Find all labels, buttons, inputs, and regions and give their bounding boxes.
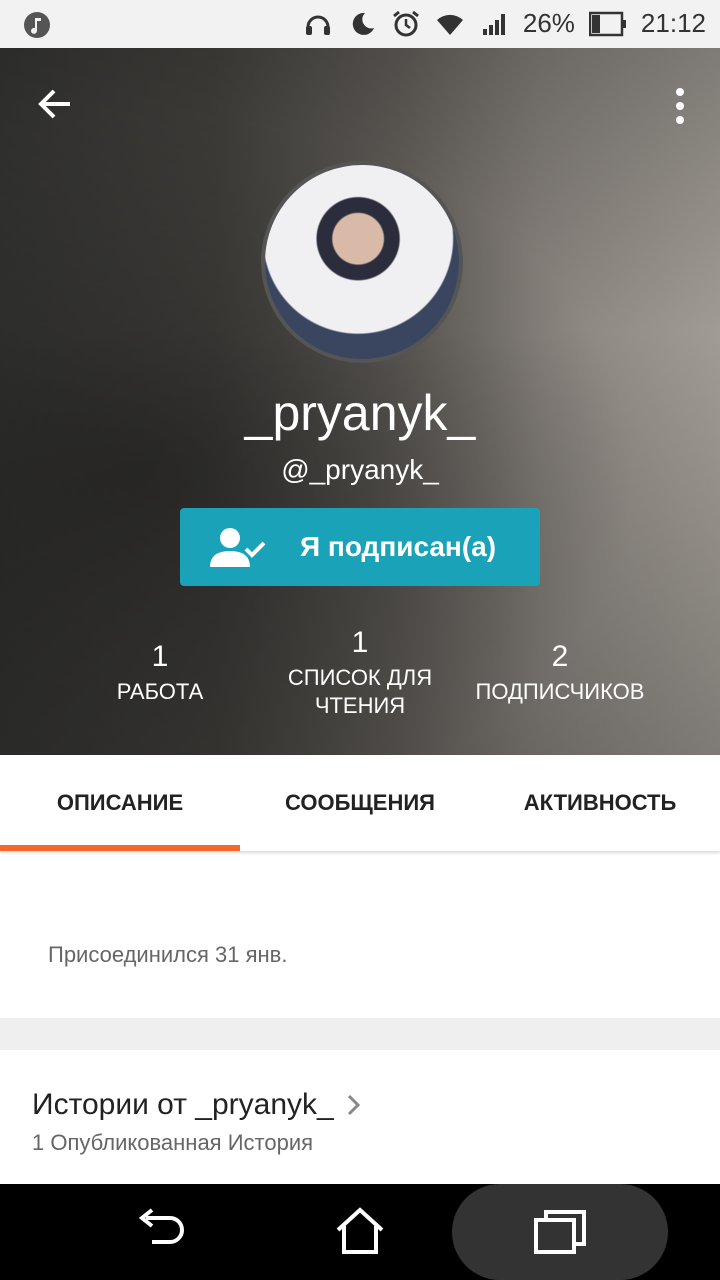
music-notification-icon [24, 12, 50, 38]
nav-recent-apps-icon[interactable] [532, 1206, 588, 1256]
alarm-icon [392, 10, 419, 36]
stories-header[interactable]: Истории от _pryanyk_ [32, 1088, 362, 1122]
tab-messages[interactable]: СООБЩЕНИЯ [240, 755, 480, 851]
following-button-label: Я подписан(а) [300, 531, 497, 562]
cell-signal-icon [482, 13, 505, 35]
stat-followers-label: ПОДПИСЧИКОВ [475, 679, 645, 704]
back-arrow-icon[interactable] [34, 82, 78, 126]
clock: 21:12 [640, 8, 706, 38]
status-bar: 26% 21:12 [0, 0, 720, 48]
stat-followers-value: 2 [551, 640, 569, 673]
stat-works[interactable]: 1 РАБОТА [60, 640, 260, 706]
stat-followers[interactable]: 2 ПОДПИСЧИКОВ [460, 640, 660, 706]
stat-works-value: 1 [151, 640, 169, 673]
more-options-icon[interactable] [674, 84, 686, 128]
stat-works-label: РАБОТА [116, 679, 204, 704]
do-not-disturb-moon-icon [352, 12, 374, 35]
tab-activity[interactable]: АКТИВНОСТЬ [480, 755, 720, 851]
headphones-icon [305, 15, 330, 35]
profile-tabs: ОПИСАНИЕ СООБЩЕНИЯ АКТИВНОСТЬ [0, 755, 720, 851]
profile-header: _pryanyk_ @_pryanyk_ Я подписан(а) 1 РАБ… [0, 48, 720, 755]
chevron-right-icon [347, 1094, 360, 1116]
user-check-icon [210, 528, 266, 567]
system-navigation-bar [0, 1184, 720, 1280]
wifi-icon [436, 14, 463, 35]
joined-date: Присоединился 31 янв. [48, 942, 288, 967]
profile-handle: @_pryanyk_ [281, 454, 439, 485]
tab-about[interactable]: ОПИСАНИЕ [0, 755, 240, 851]
stories-title: Истории от _pryanyk_ [32, 1088, 334, 1121]
stories-count: 1 Опубликованная История [32, 1130, 314, 1155]
nav-back-icon[interactable] [132, 1206, 188, 1256]
stat-reading-list[interactable]: 1 СПИСОК ДЛЯ ЧТЕНИЯ [260, 626, 460, 720]
battery-icon [588, 11, 626, 36]
profile-display-name: _pryanyk_ [244, 385, 476, 441]
battery-percent: 26% [522, 8, 575, 38]
section-divider [0, 1018, 720, 1050]
following-button[interactable]: Я подписан(а) [180, 508, 540, 586]
avatar[interactable] [261, 161, 463, 363]
stat-reading-list-value: 1 [351, 626, 369, 659]
stat-reading-list-label: СПИСОК ДЛЯ ЧТЕНИЯ [287, 665, 433, 718]
nav-home-icon[interactable] [332, 1206, 388, 1256]
active-tab-indicator [0, 845, 240, 851]
